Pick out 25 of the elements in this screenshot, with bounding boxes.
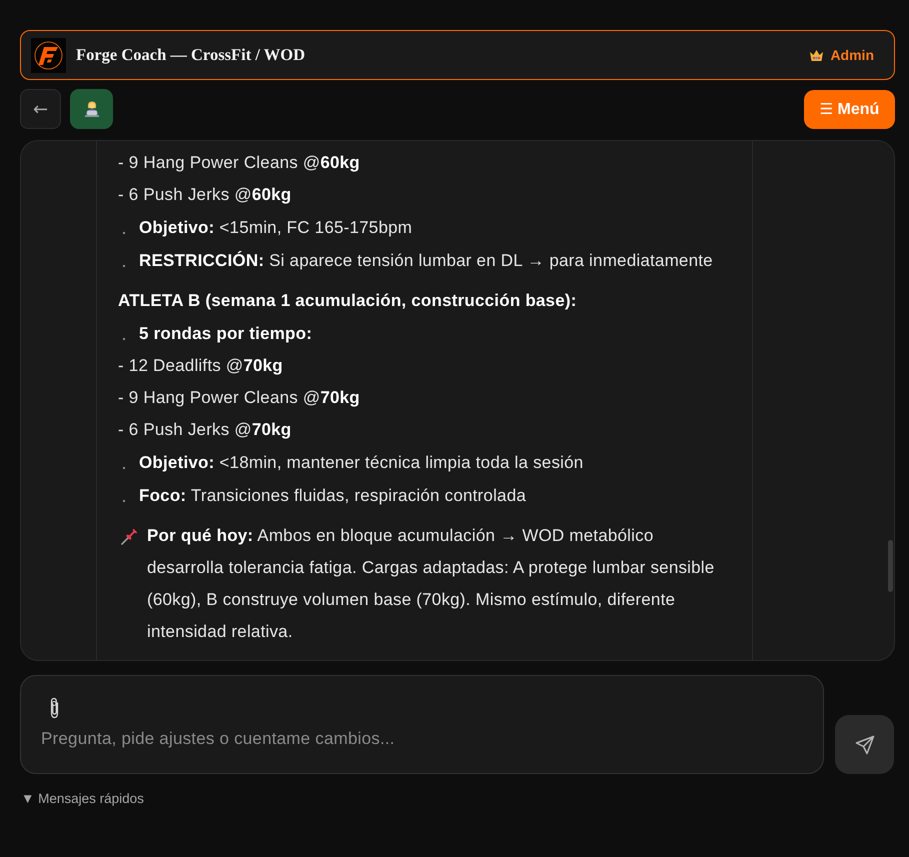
exercise-line: - 9 Hang Power Cleans @70kg xyxy=(118,387,360,409)
pushpin-icon xyxy=(121,527,139,545)
note-text: Por qué hoy: Ambos en bloque acumulación → WOD metabólico desarrolla tolerancia fatiga. Cargas adaptadas: A protege lumbar sensible (60kg), B construye volumen base (70kg). Mismo estímulo, diferente intensidad relativa. xyxy=(147,525,716,643)
scrollbar-thumb[interactable] xyxy=(888,540,893,592)
exercise-line: - 6 Push Jerks @60kg xyxy=(118,184,292,206)
profile-button[interactable] xyxy=(70,89,113,129)
exercise-line: - 12 Deadlifts @70kg xyxy=(118,355,283,377)
crown-icon xyxy=(810,50,824,60)
exercise-line: - 9 Hang Power Cleans @60kg xyxy=(118,152,360,174)
message-input[interactable]: Pregunta, pide ajustes o cuentame cambios... xyxy=(41,727,803,751)
back-button[interactable]: ← xyxy=(20,89,61,129)
bullet-text: RESTRICCIÓN: Si aparece tensión lumbar en DL → para inmediatamente xyxy=(139,250,713,272)
quick-messages-toggle[interactable]: ▼ Mensajes rápidos xyxy=(21,791,144,806)
bullet-text: Objetivo: <18min, mantener técnica limpia toda la sesión xyxy=(139,452,584,474)
exercise-line: - 6 Push Jerks @70kg xyxy=(118,419,292,441)
send-button[interactable] xyxy=(835,715,894,774)
athlete-heading: ATLETA B (semana 1 acumulación, construcción base): xyxy=(118,290,577,312)
bullet-text: Foco: Transiciones fluidas, respiración controlada xyxy=(139,485,526,507)
bullet-text: Objetivo: <15min, FC 165-175bpm xyxy=(139,217,412,239)
bullet-heading: 5 rondas por tiempo: xyxy=(139,323,312,345)
person-laptop-icon xyxy=(84,101,100,117)
app-title: Forge Coach — CrossFit / WOD xyxy=(76,45,305,65)
logo-icon xyxy=(31,38,66,72)
send-icon xyxy=(854,734,874,754)
user-role: Admin xyxy=(830,47,874,63)
